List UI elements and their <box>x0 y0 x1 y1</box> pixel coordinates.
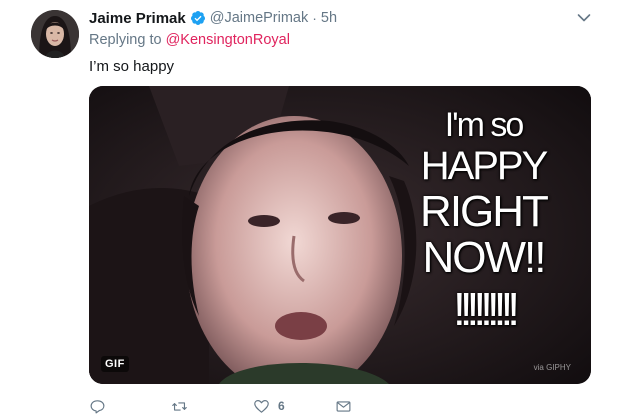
verified-badge-icon <box>190 11 205 25</box>
direct-message-button[interactable] <box>335 398 417 415</box>
display-name[interactable]: Jaime Primak <box>89 10 186 27</box>
reply-icon <box>90 399 105 413</box>
tweet-header: Jaime Primak @JaimePrimak · 5h <box>89 9 337 27</box>
heart-icon <box>254 399 269 413</box>
tweet-actions: 6 <box>89 396 417 416</box>
reply-button[interactable] <box>89 398 171 415</box>
replying-to-label: Replying to <box>89 32 166 48</box>
overlay-line-3: RIGHT <box>420 187 549 236</box>
replying-to: Replying to @KensingtonRoyal <box>89 32 290 48</box>
like-count: 6 <box>278 399 285 413</box>
overlay-line-4: NOW!! <box>422 233 547 282</box>
tweet-text: I’m so happy <box>89 58 175 75</box>
avatar-image <box>31 10 79 58</box>
tweet-timestamp[interactable]: 5h <box>321 10 337 26</box>
overlay-line-2: HAPPY <box>420 144 549 188</box>
gif-media[interactable]: I'm so HAPPY RIGHT NOW!! !!!!!!!!! GIF v… <box>89 86 591 384</box>
gif-caption-overlay: I'm so HAPPY RIGHT NOW!! !!!!!!!!! <box>396 108 571 332</box>
gif-watermark: via GIPHY <box>533 363 571 372</box>
like-button[interactable]: 6 <box>253 398 335 415</box>
reply-mention-link[interactable]: @KensingtonRoyal <box>166 32 290 48</box>
retweet-button[interactable] <box>171 398 253 415</box>
separator-dot: · <box>312 10 317 26</box>
envelope-icon <box>336 400 351 412</box>
retweet-icon <box>172 401 187 411</box>
avatar[interactable] <box>31 10 79 58</box>
gif-badge: GIF <box>101 356 129 372</box>
chevron-down-icon[interactable] <box>577 13 591 23</box>
overlay-line-1: I'm so <box>444 106 525 144</box>
overlay-line-5: !!!!!!!!! <box>452 283 520 335</box>
tweet: Jaime Primak @JaimePrimak · 5h Replying … <box>0 0 625 420</box>
user-handle[interactable]: @JaimePrimak <box>210 10 309 26</box>
